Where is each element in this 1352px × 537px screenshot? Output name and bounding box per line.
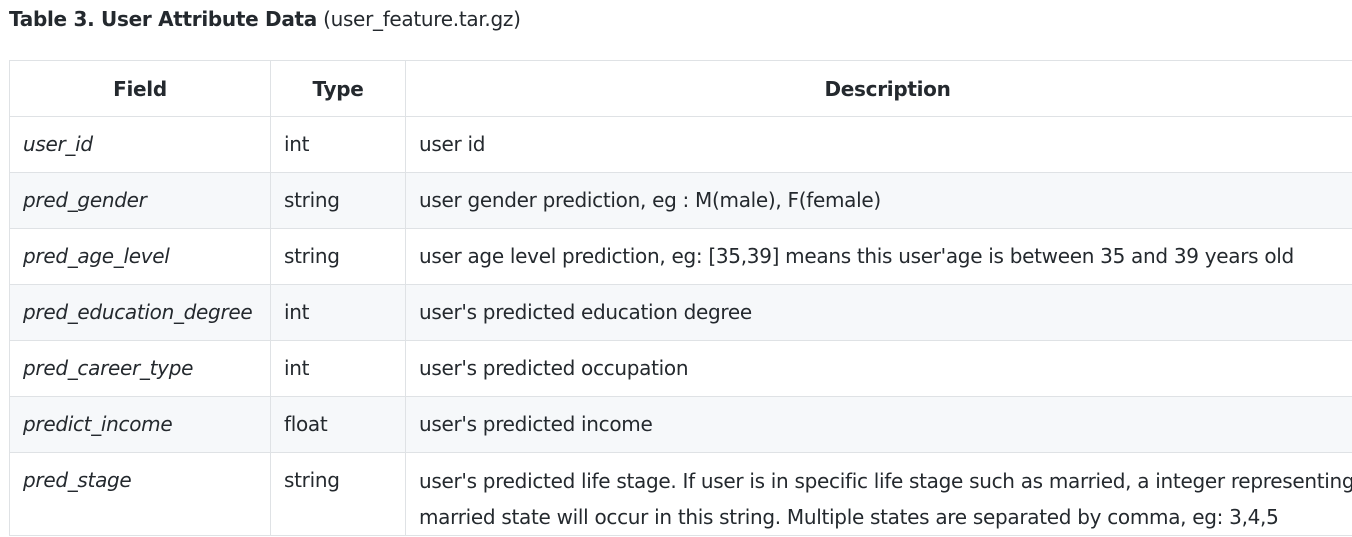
description-cell: user's predicted life stage. If user is … — [405, 452, 1352, 536]
field-cell: user_id — [9, 116, 271, 173]
description-cell: user age level prediction, eg: [35,39] m… — [405, 228, 1352, 285]
description-cell: user id — [405, 116, 1352, 173]
header-row: Field Type Description — [9, 60, 1352, 117]
description-cell: user's predicted education degree — [405, 284, 1352, 341]
field-cell: pred_gender — [9, 172, 271, 229]
field-cell: predict_income — [9, 396, 271, 453]
description-cell: user gender prediction, eg : M(male), F(… — [405, 172, 1352, 229]
description-cell: user's predicted occupation — [405, 340, 1352, 397]
field-cell: pred_age_level — [9, 228, 271, 285]
header-description: Description — [405, 60, 1352, 117]
table-caption-filename: (user_feature.tar.gz) — [323, 7, 521, 31]
type-cell: string — [270, 172, 406, 229]
field-cell: pred_education_degree — [9, 284, 271, 341]
table-row: predict_income float user's predicted in… — [9, 396, 1352, 453]
header-field: Field — [9, 60, 271, 117]
table-header: Field Type Description — [9, 60, 1352, 117]
type-cell: int — [270, 340, 406, 397]
table-row: pred_career_type int user's predicted oc… — [9, 340, 1352, 397]
field-cell: pred_stage — [9, 452, 271, 536]
user-attribute-table: Field Type Description user_id int user … — [9, 60, 1352, 536]
header-type: Type — [270, 60, 406, 117]
type-cell: int — [270, 116, 406, 173]
description-cell: user's predicted income — [405, 396, 1352, 453]
table-row: pred_education_degree int user's predict… — [9, 284, 1352, 341]
field-cell: pred_career_type — [9, 340, 271, 397]
table-body: user_id int user id pred_gender string u… — [9, 116, 1352, 536]
type-cell: float — [270, 396, 406, 453]
table-row: pred_age_level string user age level pre… — [9, 228, 1352, 285]
table-row: pred_gender string user gender predictio… — [9, 172, 1352, 229]
type-cell: string — [270, 452, 406, 536]
type-cell: string — [270, 228, 406, 285]
table-row: pred_stage string user's predicted life … — [9, 452, 1352, 536]
type-cell: int — [270, 284, 406, 341]
table-caption-title: Table 3. User Attribute Data — [9, 7, 317, 31]
table-row: user_id int user id — [9, 116, 1352, 173]
table-caption: Table 3. User Attribute Data (user_featu… — [9, 6, 521, 32]
